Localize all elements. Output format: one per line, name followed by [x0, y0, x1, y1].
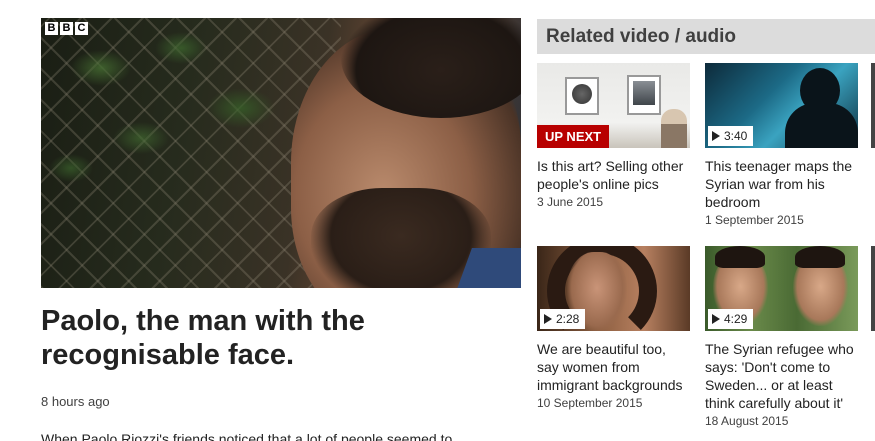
- related-heading: Related video / audio: [546, 26, 737, 47]
- gallery-frame: [627, 75, 661, 115]
- related-item-title[interactable]: We are beautiful too, say women from imm…: [537, 340, 690, 394]
- silhouette-body: [785, 103, 858, 148]
- story-timestamp: 8 hours ago: [41, 394, 110, 409]
- related-thumbnail[interactable]: UP NEXT: [537, 63, 690, 148]
- related-item[interactable]: 2:28 We are beautiful too, say women fro…: [537, 246, 690, 412]
- duration-label: 4:29: [724, 312, 748, 326]
- bbc-logo-letter: B: [60, 22, 73, 35]
- related-item-title[interactable]: The Syrian refugee who says: 'Don't come…: [705, 340, 858, 412]
- story-intro: When Paolo Riozzi's friends noticed that…: [41, 431, 453, 441]
- thumbnail-hair: [715, 246, 765, 268]
- duration-label: 2:28: [556, 312, 580, 326]
- play-icon: [712, 314, 720, 324]
- thumbnail-hair: [795, 246, 845, 268]
- related-item[interactable]: 3:40 This teenager maps the Syrian war f…: [705, 63, 858, 229]
- related-item-date: 10 September 2015: [537, 396, 643, 410]
- play-icon: [544, 314, 552, 324]
- related-item-date: 3 June 2015: [537, 195, 604, 209]
- foliage-background: [41, 18, 301, 198]
- related-header: Related video / audio: [537, 19, 875, 54]
- related-item[interactable]: 4:29 The Syrian refugee who says: 'Don't…: [705, 246, 858, 430]
- duration-label: 3:40: [724, 129, 748, 143]
- related-thumbnail[interactable]: 4:29: [705, 246, 858, 331]
- bbc-logo: B B C: [45, 22, 88, 35]
- duration-badge: 3:40: [708, 126, 754, 146]
- related-item-date: 1 September 2015: [705, 213, 804, 227]
- bbc-logo-letter: B: [45, 22, 58, 35]
- related-item-title[interactable]: This teenager maps the Syrian war from h…: [705, 157, 858, 211]
- duration-badge: 4:29: [708, 309, 754, 329]
- main-video-player[interactable]: B B C: [41, 18, 521, 288]
- related-item-peek[interactable]: [871, 246, 875, 331]
- related-item[interactable]: UP NEXT Is this art? Selling other peopl…: [537, 63, 690, 211]
- related-item-date: 18 August 2015: [705, 414, 789, 428]
- related-item-peek[interactable]: [871, 63, 875, 148]
- duration-badge: 2:28: [540, 309, 586, 329]
- play-icon: [712, 131, 720, 141]
- related-item-title[interactable]: Is this art? Selling other people's onli…: [537, 157, 690, 193]
- related-thumbnail[interactable]: 2:28: [537, 246, 690, 331]
- gallery-visitor: [661, 109, 687, 148]
- story-title: Paolo, the man with the recognisable fac…: [41, 305, 365, 371]
- bbc-logo-letter: C: [75, 22, 88, 35]
- gallery-frame: [565, 77, 599, 115]
- up-next-badge: UP NEXT: [537, 125, 610, 148]
- related-thumbnail[interactable]: 3:40: [705, 63, 858, 148]
